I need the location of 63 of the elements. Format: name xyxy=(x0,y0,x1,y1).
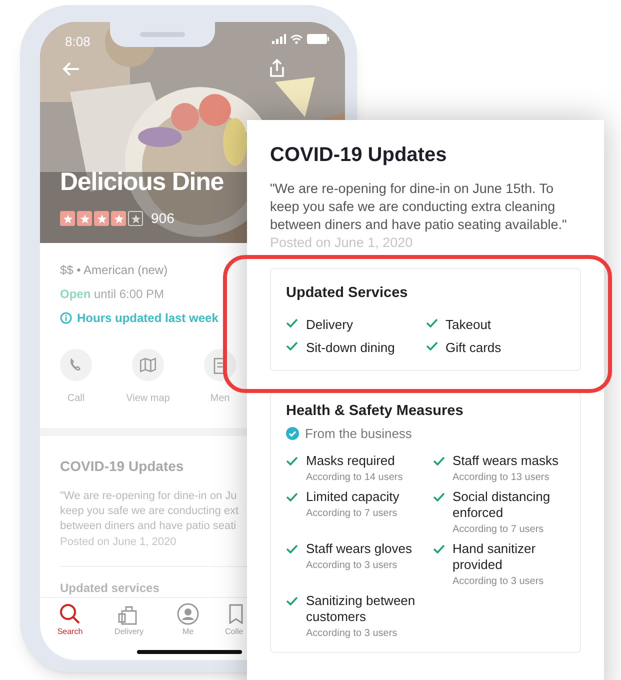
tab-button[interactable]: Search xyxy=(48,602,92,638)
measure-note: According to 13 users xyxy=(452,471,550,484)
service-item: Takeout xyxy=(446,316,492,334)
checkmark-icon xyxy=(286,318,298,328)
measure-note: According to 3 users xyxy=(306,627,398,640)
checkmark-icon xyxy=(286,544,298,554)
action-button[interactable]: Call xyxy=(50,349,102,406)
battery-icon xyxy=(307,34,329,44)
panel-heading: Health & Safety Measures xyxy=(286,402,464,421)
section-title: Updated services xyxy=(60,580,160,596)
measure-note: According to 3 users xyxy=(452,575,545,588)
update-message: "We are re-opening for dine-in on June 15th. To keep you safe we are conducting extra cleaning between diners and have patio seating available." xyxy=(270,180,568,234)
measure-note: According to 7 users xyxy=(452,523,545,536)
hours-notice: Hours updated last week xyxy=(77,310,218,327)
verified-icon xyxy=(286,426,299,440)
checkmark-icon xyxy=(426,318,438,328)
checkmark-icon xyxy=(286,492,298,502)
share-icon[interactable] xyxy=(268,58,286,78)
status-time: 8:08 xyxy=(65,33,90,51)
user-avatar-icon xyxy=(176,602,200,626)
tab-button[interactable]: Delivery xyxy=(107,602,151,638)
posted-date: Posted on June 1, 2020 xyxy=(270,234,414,252)
measure-note: According to 7 users xyxy=(306,507,398,520)
signal-icon xyxy=(272,34,286,44)
measure-label: Masks required xyxy=(306,453,396,469)
back-arrow-icon[interactable] xyxy=(62,62,80,76)
checkmark-icon xyxy=(432,456,444,466)
business-name: Delicious Dine xyxy=(60,170,224,195)
wifi-icon xyxy=(290,34,303,44)
checkmark-icon xyxy=(286,456,298,466)
measure-label: Hand sanitizer provided xyxy=(452,541,537,573)
action-button[interactable]: View map xyxy=(122,349,174,406)
checkmark-icon xyxy=(286,341,298,352)
bookmark-icon xyxy=(229,604,243,624)
measure-note: According to 14 users xyxy=(306,471,403,484)
source-label: From the business xyxy=(305,424,412,442)
checkmark-icon xyxy=(426,341,438,352)
service-item: Sit-down dining xyxy=(306,339,395,358)
card-title: COVID-19 Updates xyxy=(270,143,448,168)
posted-date: Posted on June 1, 2020 xyxy=(60,535,176,550)
section-title: COVID-19 Updates xyxy=(60,457,184,476)
action-button[interactable]: Men xyxy=(194,349,246,406)
measure-label: Limited capacity xyxy=(306,489,400,505)
measure-note: According to 3 users xyxy=(306,559,398,572)
checkmark-icon xyxy=(286,596,298,606)
panel-heading: Updated Services xyxy=(286,284,409,303)
business-category: $$ • American (new) xyxy=(60,262,168,279)
checkmark-icon xyxy=(432,492,444,502)
review-count: 906 xyxy=(151,209,174,228)
service-item: Delivery xyxy=(306,316,353,334)
measure-label: Social distancing enforced xyxy=(452,489,552,521)
measure-label: Sanitizing between customers xyxy=(306,593,416,625)
search-icon xyxy=(58,602,82,626)
measure-label: Staff wears masks xyxy=(452,453,558,469)
measure-label: Staff wears gloves xyxy=(306,541,412,557)
checkmark-icon xyxy=(432,544,444,554)
update-message: "We are re-opening for dine-in on Ju keep you safe we are conducting ext between diners and have patio seati xyxy=(60,489,239,534)
opening-hours: Open until 6:00 PM xyxy=(60,286,164,303)
tab-button[interactable]: Colle xyxy=(225,602,246,638)
service-item: Gift cards xyxy=(446,339,502,358)
info-icon xyxy=(60,312,72,324)
speaker-grille xyxy=(140,32,185,37)
tab-button[interactable]: Me xyxy=(166,602,210,638)
